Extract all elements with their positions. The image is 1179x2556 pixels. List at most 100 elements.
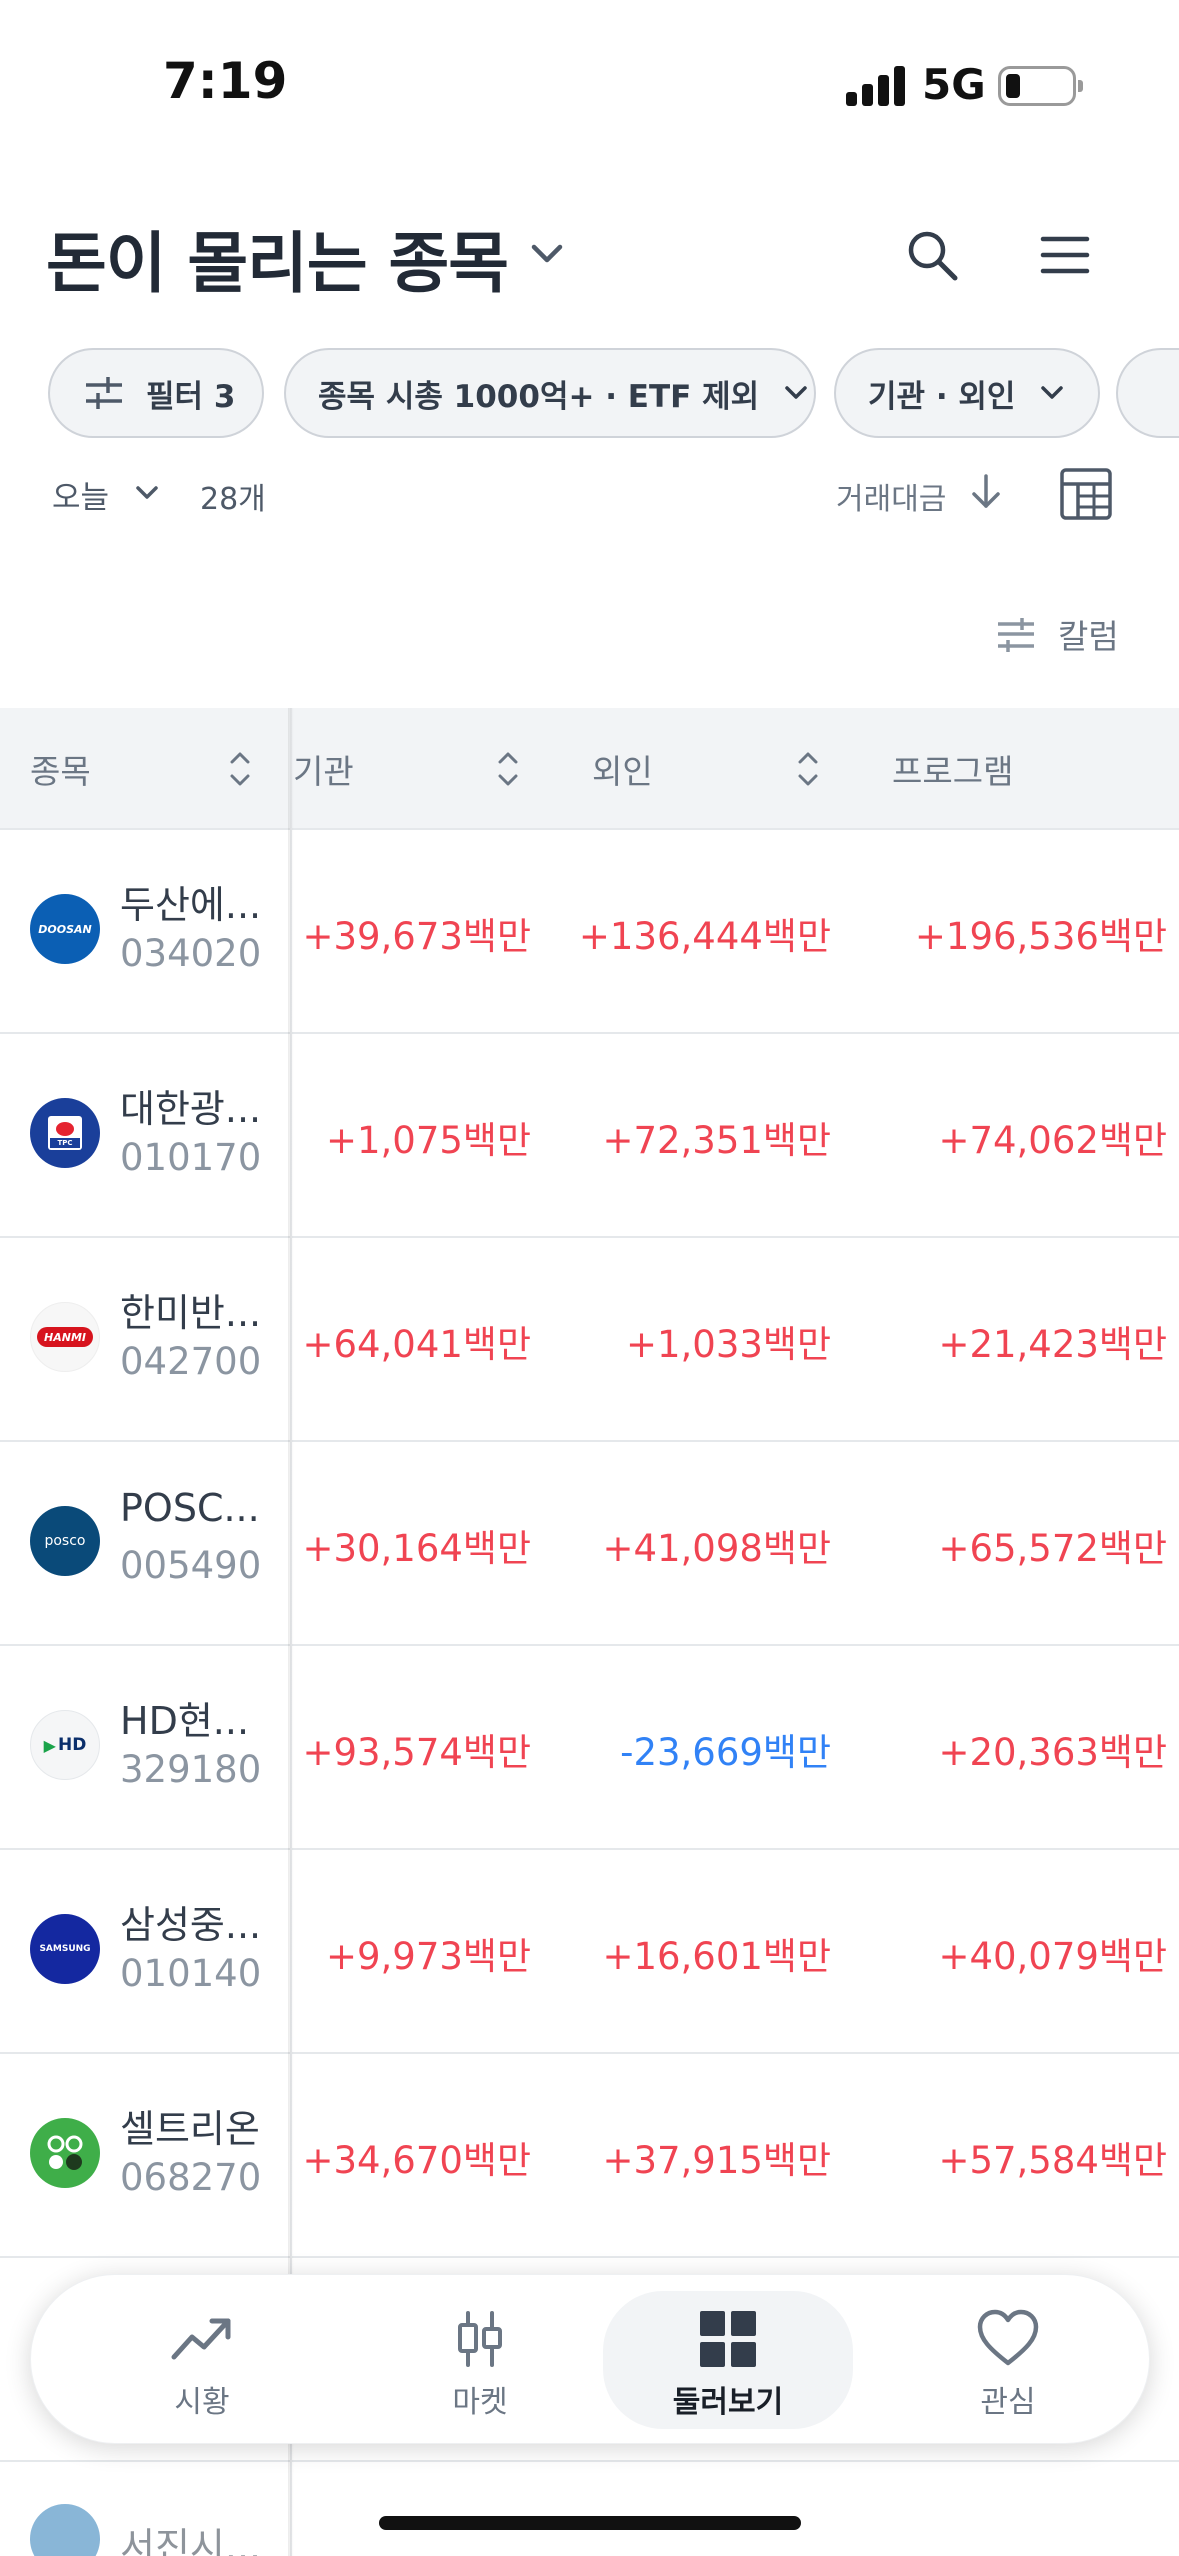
table-row[interactable]: SAMSUNG 삼성중... 010140 +9,973백만 +16,601백만… [0, 1850, 1179, 2054]
stock-logo: DOOSAN [30, 894, 100, 964]
arrow-down-icon[interactable] [968, 472, 1004, 512]
stock-logo: TPC [30, 1098, 100, 1168]
nav-explore[interactable]: 둘러보기 [603, 2291, 853, 2429]
investor-filter-chip[interactable]: 기관 · 외인 [834, 348, 1100, 438]
stock-name: 셀트리온 [120, 2107, 260, 2151]
signal-icon [846, 64, 906, 106]
sliders-icon [86, 377, 122, 409]
list-controls: 오늘 28개 거래대금 [0, 466, 1179, 526]
stock-name: 두산에... [120, 883, 262, 927]
sort-selector[interactable]: 거래대금 [836, 474, 946, 518]
stock-name: 서진시... [120, 2525, 262, 2556]
chevron-down-icon[interactable] [134, 484, 160, 502]
foreign-value: +16,601백만 [602, 1935, 831, 1978]
header-foreign[interactable]: 외인 [592, 708, 653, 830]
foreign-value: -23,669백만 [620, 1731, 831, 1774]
stock-name: 한미반... [120, 1291, 262, 1335]
market-filter-label: 종목 시총 1000억+ · ETF 제외 [318, 378, 760, 415]
chevron-down-icon[interactable] [528, 238, 566, 270]
filter-chip[interactable]: 필터 3 [48, 348, 264, 438]
nav-watchlist[interactable]: 관심 [883, 2291, 1133, 2429]
header-program[interactable]: 프로그램 [892, 708, 1013, 830]
stock-logo-text: TPC [50, 1138, 80, 1148]
stock-name: HD현... [120, 1699, 250, 1743]
institution-value: +30,164백만 [302, 1527, 531, 1570]
program-value: +21,423백만 [938, 1323, 1167, 1366]
menu-button[interactable] [1030, 220, 1100, 290]
header-institution[interactable]: 기관 [293, 708, 354, 830]
sort-icon[interactable] [228, 748, 252, 790]
stock-name: 삼성중... [120, 1903, 262, 1947]
table-header: 종목 기관 외인 프로그램 [0, 708, 1179, 830]
home-indicator [379, 2516, 801, 2530]
status-time: 7:19 [163, 52, 288, 110]
nav-label: 마켓 [452, 2385, 508, 2420]
page-title[interactable]: 돈이 몰리는 종목 [46, 210, 509, 306]
chevron-down-icon [1041, 386, 1064, 399]
nav-market[interactable]: 마켓 [355, 2291, 605, 2429]
stock-code: 068270 [120, 2156, 262, 2199]
stock-logo: ▶ HD [30, 1710, 100, 1780]
sort-icon[interactable] [796, 748, 820, 790]
stock-logo: posco [30, 1506, 100, 1576]
filter-chip-label: 필터 3 [146, 378, 236, 415]
foreign-value: +136,444백만 [578, 915, 831, 958]
sort-icon[interactable] [496, 748, 520, 790]
nav-label: 관심 [980, 2385, 1036, 2420]
table-row[interactable]: HANMI 한미반... 042700 +64,041백만 +1,033백만 +… [0, 1238, 1179, 1442]
chevron-down-icon [785, 386, 807, 399]
search-icon [908, 231, 958, 281]
foreign-value: +41,098백만 [602, 1527, 831, 1570]
stock-code: 042700 [120, 1340, 262, 1383]
institution-value: +39,673백만 [302, 915, 531, 958]
foreign-value: +72,351백만 [602, 1119, 831, 1162]
stock-logo-text: HANMI [37, 1327, 93, 1347]
program-value: +20,363백만 [938, 1731, 1167, 1774]
program-value: +57,584백만 [938, 2139, 1167, 2182]
bottom-navigation: 시황 마켓 둘러보기 관심 [30, 2274, 1150, 2444]
column-settings-button[interactable]: 칼럼 [996, 606, 1119, 662]
stock-logo [30, 2118, 100, 2188]
header-stock[interactable]: 종목 [30, 708, 91, 830]
table-row[interactable]: 셀트리온 068270 +34,670백만 +37,915백만 +57,584백… [0, 2054, 1179, 2258]
institution-value: +1,075백만 [325, 1119, 531, 1162]
stock-logo: SAMSUNG [30, 1914, 100, 1984]
nav-label: 시황 [174, 2385, 230, 2420]
period-selector[interactable]: 오늘 [52, 472, 109, 517]
table-row[interactable]: TPC 대한광... 010170 +1,075백만 +72,351백만 +74… [0, 1034, 1179, 1238]
institution-value: +9,973백만 [325, 1935, 531, 1978]
foreign-value: +1,033백만 [625, 1323, 831, 1366]
program-value: +74,062백만 [938, 1119, 1167, 1162]
table-view-icon[interactable] [1058, 466, 1114, 522]
stock-code: 010140 [120, 1952, 262, 1995]
network-type: 5G [922, 60, 986, 109]
table-row-partial[interactable]: 서진시... [0, 2460, 1179, 2556]
hamburger-menu-icon [1040, 236, 1090, 274]
program-value: +40,079백만 [938, 1935, 1167, 1978]
stock-logo: HANMI [30, 1302, 100, 1372]
search-button[interactable] [897, 220, 967, 290]
more-filter-chip[interactable] [1116, 348, 1179, 438]
table-row[interactable]: ▶ HD HD현... 329180 +93,574백만 -23,669백만 +2… [0, 1646, 1179, 1850]
stock-logo [30, 2504, 100, 2556]
stock-code: 329180 [120, 1748, 262, 1791]
investor-filter-label: 기관 · 외인 [868, 378, 1016, 415]
heart-icon [977, 2309, 1039, 2366]
table-row[interactable]: DOOSAN 두산에... 034020 +39,673백만 +136,444백… [0, 830, 1179, 1034]
stock-name: 대한광... [120, 1087, 262, 1131]
status-bar: 7:19 5G [0, 0, 1179, 160]
table-row[interactable]: posco POSC... 005490 +30,164백만 +41,098백만… [0, 1442, 1179, 1646]
institution-value: +34,670백만 [302, 2139, 531, 2182]
grid-icon [700, 2311, 756, 2367]
nav-label: 둘러보기 [672, 2385, 784, 2420]
stock-logo-text: HD [57, 1735, 87, 1755]
program-value: +196,536백만 [914, 915, 1167, 958]
nav-market-summary[interactable]: 시황 [77, 2291, 327, 2429]
filter-chips: 필터 3 종목 시총 1000억+ · ETF 제외 기관 · 외인 [48, 348, 1179, 438]
foreign-value: +37,915백만 [602, 2139, 831, 2182]
battery-icon [998, 66, 1083, 106]
stock-code: 034020 [120, 932, 262, 975]
market-filter-chip[interactable]: 종목 시총 1000억+ · ETF 제외 [284, 348, 816, 438]
institution-value: +64,041백만 [302, 1323, 531, 1366]
result-count: 28개 [200, 482, 266, 517]
